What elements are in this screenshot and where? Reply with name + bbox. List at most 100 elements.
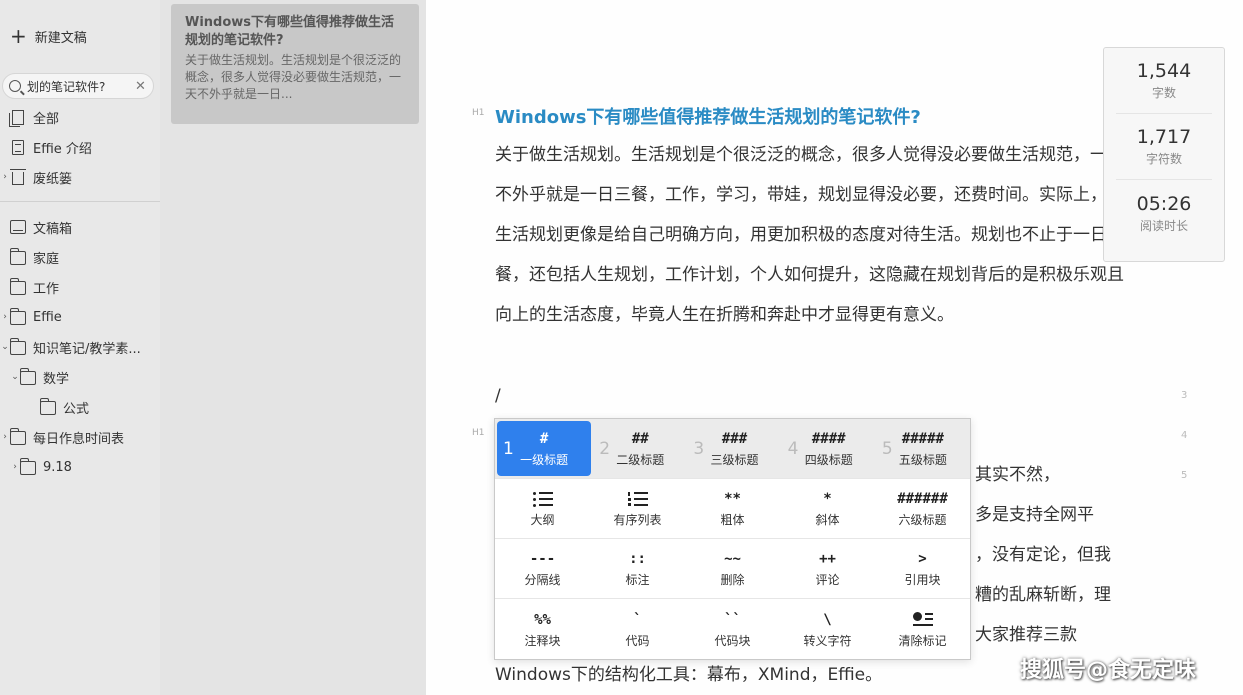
folder-icon	[10, 248, 26, 265]
menu-item-clear-format[interactable]: 清除标记	[875, 599, 970, 659]
numbered-list-icon	[627, 489, 648, 509]
menu-item-heading-1[interactable]: 1 # 一级标题	[497, 421, 592, 476]
menu-item-heading-4[interactable]: 4 #### 四级标题	[782, 419, 876, 478]
chevron-down-icon[interactable]: ⌄	[0, 342, 10, 352]
markdown-symbol: ::	[629, 551, 646, 567]
menu-item-label: 二级标题	[616, 453, 665, 467]
folder-icon	[20, 368, 36, 385]
menu-item-code-block[interactable]: `` 代码块	[685, 599, 780, 659]
sidebar-item-work[interactable]: 工作	[0, 275, 160, 299]
folder-icon	[10, 278, 26, 295]
paragraph-fragment[interactable]: 其实不然，	[975, 455, 1125, 495]
markdown-symbol: ---	[529, 551, 556, 567]
stat-value: 1,544	[1136, 60, 1192, 82]
menu-item-escape-char[interactable]: \ 转义字符	[780, 599, 875, 659]
markdown-symbol: \	[823, 611, 832, 628]
folder-icon	[10, 428, 26, 445]
sidebar-item-family[interactable]: 家庭	[0, 245, 160, 269]
sidebar-item-daily-schedule[interactable]: › 每日作息时间表	[0, 425, 160, 449]
menu-item-label: 标注	[625, 573, 650, 587]
paragraph-fragment[interactable]: 多是支持全网平	[975, 495, 1125, 535]
menu-item-label: 四级标题	[804, 453, 853, 467]
markdown-symbol: ###	[721, 431, 748, 447]
menu-item-label: 六级标题	[898, 513, 947, 527]
menu-item-label: 注释块	[524, 633, 561, 648]
markdown-symbol: ##	[631, 431, 649, 447]
search-input[interactable]	[27, 79, 131, 93]
markdown-symbol: ``	[724, 611, 741, 628]
menu-item-heading-3[interactable]: 3 ### 三级标题	[687, 419, 781, 478]
chevron-down-icon[interactable]: ⌄	[10, 372, 20, 382]
menu-item-comment[interactable]: ++ 评论	[780, 539, 875, 598]
paragraph-fragment[interactable]: 大家推荐三款	[975, 615, 1125, 655]
sidebar-item-label: 家庭	[33, 251, 60, 267]
note-card-title: Windows下有哪些值得推荐做生活规划的笔记软件?	[185, 15, 395, 48]
chevron-right-icon[interactable]: ›	[0, 432, 10, 442]
sidebar-item-formula[interactable]: 公式	[30, 395, 160, 419]
trash-icon	[10, 168, 26, 185]
note-list: Windows下有哪些值得推荐做生活规划的笔记软件? 关于做生活规划。生活规划是…	[160, 0, 426, 695]
sidebar: + 新建文稿 ✕ 全部 Effie 介绍 › 废纸篓 文稿箱 家庭 工作 ›	[0, 0, 160, 695]
shortcut-number: 3	[693, 438, 705, 459]
sidebar-item-label: Effie 介绍	[33, 141, 92, 157]
sidebar-item-knowledge-notes[interactable]: ⌄ 知识笔记/教学素...	[0, 335, 160, 359]
sidebar-item-label: Effie	[33, 309, 62, 325]
menu-item-heading-6[interactable]: ###### 六级标题	[875, 479, 970, 538]
sidebar-item-math[interactable]: ⌄ 数学	[10, 365, 160, 389]
stat-value: 05:26	[1136, 192, 1192, 215]
clear-search-icon[interactable]: ✕	[135, 79, 146, 94]
menu-item-ordered-list[interactable]: 有序列表	[590, 479, 685, 538]
menu-item-heading-5[interactable]: 5 ##### 五级标题	[876, 419, 970, 478]
documents-icon	[9, 109, 24, 127]
folder-icon	[10, 338, 26, 355]
sidebar-item-label: 数学	[43, 371, 70, 387]
menu-item-italic[interactable]: * 斜体	[780, 479, 875, 538]
stat-reading-time: 05:26 阅读时长	[1116, 180, 1212, 246]
slash-command-menu: 1 # 一级标题 2 ## 二级标题 3 ### 三级标题 4 #### 四级标…	[494, 418, 971, 660]
sidebar-item-trash[interactable]: › 废纸篓	[0, 165, 160, 189]
menu-item-bold[interactable]: ** 粗体	[685, 479, 780, 538]
menu-item-label: 转义字符	[803, 633, 852, 648]
markdown-symbol: ++	[819, 551, 836, 567]
menu-item-label: 五级标题	[898, 453, 947, 467]
new-doc-button[interactable]: + 新建文稿	[10, 24, 87, 48]
note-card[interactable]: Windows下有哪些值得推荐做生活规划的笔记软件? 关于做生活规划。生活规划是…	[171, 4, 419, 124]
markdown-symbol: %%	[534, 611, 551, 628]
sidebar-divider	[0, 201, 160, 202]
chevron-right-icon[interactable]: ›	[0, 172, 10, 182]
paragraph-1[interactable]: 关于做生活规划。生活规划是个很泛泛的概念，很多人觉得没必要做生活规范，一天不外乎…	[495, 135, 1125, 335]
menu-item-note-block[interactable]: %% 注释块	[495, 599, 590, 659]
chevron-right-icon[interactable]: ›	[10, 462, 20, 472]
menu-row-2: 大纲 有序列表 ** 粗体 * 斜体 ###### 六级标题	[495, 479, 970, 539]
folder-icon	[40, 398, 56, 415]
menu-item-blockquote[interactable]: > 引用块	[875, 539, 970, 598]
sidebar-item-9-18[interactable]: › 9.18	[10, 455, 160, 479]
menu-item-highlight[interactable]: :: 标注	[590, 539, 685, 598]
shortcut-number: 5	[881, 438, 893, 459]
stat-label: 阅读时长	[1139, 218, 1188, 233]
chevron-right-icon[interactable]: ›	[0, 312, 10, 322]
markdown-symbol: ####	[811, 431, 846, 447]
paragraph-fragment[interactable]: 糟的乱麻斩断，理	[975, 575, 1125, 615]
menu-item-strikethrough[interactable]: ~~ 删除	[685, 539, 780, 598]
folder-icon	[20, 458, 36, 475]
word-count-panel: 1,544 字数 1,717 字符数 05:26 阅读时长	[1103, 47, 1225, 262]
document-icon	[12, 139, 24, 155]
menu-item-heading-2[interactable]: 2 ## 二级标题	[593, 419, 687, 478]
sidebar-item-all[interactable]: 全部	[0, 105, 160, 129]
slash-command-text[interactable]: /	[495, 376, 501, 416]
sidebar-item-label: 每日作息时间表	[33, 431, 125, 447]
menu-item-code[interactable]: ` 代码	[590, 599, 685, 659]
stat-label: 字数	[1151, 86, 1176, 100]
sidebar-item-effie[interactable]: › Effie	[0, 305, 160, 329]
line-number: 4	[1181, 430, 1188, 441]
sidebar-item-effie-intro[interactable]: Effie 介绍	[0, 135, 160, 159]
stat-value: 1,717	[1136, 126, 1192, 148]
doc-title[interactable]: Windows下有哪些值得推荐做生活规划的笔记软件?	[495, 103, 921, 129]
paragraph-fragment[interactable]: ，没有定论，但我	[975, 535, 1125, 575]
menu-item-outline[interactable]: 大纲	[495, 479, 590, 538]
sidebar-item-inbox[interactable]: 文稿箱	[0, 215, 160, 239]
bullet-list-icon	[532, 489, 553, 509]
sidebar-item-label: 文稿箱	[33, 221, 73, 237]
menu-item-divider[interactable]: --- 分隔线	[495, 539, 590, 598]
